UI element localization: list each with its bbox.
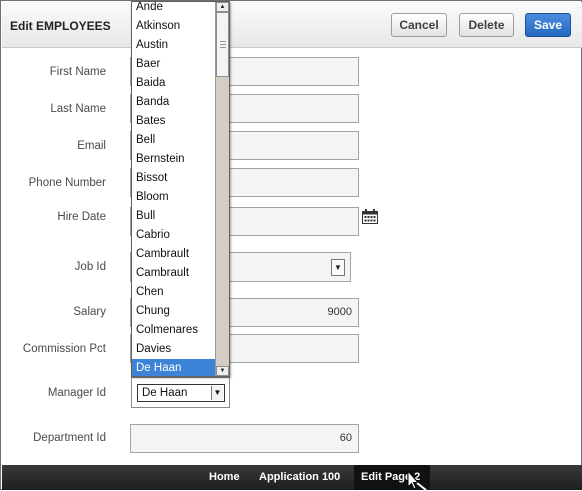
dropdown-option[interactable]: Bates bbox=[132, 112, 216, 131]
manager-id-select[interactable]: De Haan ▼ bbox=[131, 377, 230, 408]
hire-date-label: Hire Date bbox=[57, 211, 106, 223]
dropdown-option[interactable]: Banda bbox=[132, 93, 216, 112]
manager-id-label: Manager Id bbox=[47, 387, 106, 399]
manager-id-value: De Haan bbox=[142, 387, 188, 399]
dropdown-option[interactable]: Davies bbox=[132, 340, 216, 359]
scroll-up-icon[interactable]: ▲ bbox=[216, 2, 229, 12]
first-name-label: First Name bbox=[49, 66, 106, 78]
chevron-down-icon[interactable]: ▼ bbox=[211, 386, 223, 400]
breadcrumb-application[interactable]: Application 100 bbox=[259, 471, 340, 483]
dropdown-option[interactable]: Baida bbox=[132, 74, 216, 93]
region-header: Edit EMPLOYEES Cancel Delete Save bbox=[2, 2, 582, 48]
delete-button[interactable]: Delete bbox=[459, 13, 514, 37]
scroll-thumb[interactable] bbox=[216, 12, 229, 77]
dropdown-scrollbar[interactable]: ▲ ▼ bbox=[215, 2, 229, 376]
dropdown-option[interactable]: Chen bbox=[132, 283, 216, 302]
dropdown-option[interactable]: Ande bbox=[132, 2, 216, 17]
dropdown-option[interactable]: Cambrault bbox=[132, 245, 216, 264]
manager-dropdown-list[interactable]: Ande Atkinson Austin Baer Baida Banda Bates Bel… bbox=[131, 1, 230, 377]
job-id-label: Job Id bbox=[74, 261, 106, 273]
dropdown-option[interactable]: Bernstein bbox=[132, 150, 216, 169]
dropdown-option[interactable]: Bissot bbox=[132, 169, 216, 188]
department-id-field[interactable]: 60 bbox=[130, 424, 359, 453]
dropdown-option[interactable]: Cambrault bbox=[132, 264, 216, 283]
calendar-icon[interactable] bbox=[362, 209, 378, 224]
last-name-label: Last Name bbox=[50, 103, 106, 115]
breadcrumb: Home Application 100 Edit Page 2 bbox=[2, 465, 582, 490]
scroll-down-icon[interactable]: ▼ bbox=[216, 366, 229, 376]
cancel-button[interactable]: Cancel bbox=[391, 13, 447, 37]
dropdown-option[interactable]: Baer bbox=[132, 55, 216, 74]
dropdown-option[interactable]: Bull bbox=[132, 207, 216, 226]
grip-icon bbox=[220, 41, 226, 48]
chevron-down-icon[interactable]: ▼ bbox=[331, 259, 345, 276]
dropdown-option[interactable]: De Haan bbox=[132, 359, 216, 376]
dropdown-option[interactable]: Atkinson bbox=[132, 17, 216, 36]
breadcrumb-home[interactable]: Home bbox=[209, 471, 240, 483]
dropdown-option[interactable]: Cabrio bbox=[132, 226, 216, 245]
commission-pct-label: Commission Pct bbox=[22, 343, 106, 355]
cursor-icon bbox=[407, 469, 427, 491]
dropdown-option[interactable]: Austin bbox=[132, 36, 216, 55]
salary-label: Salary bbox=[73, 306, 106, 318]
manager-id-current[interactable]: De Haan ▼ bbox=[137, 384, 225, 402]
page-title: Edit EMPLOYEES bbox=[10, 19, 111, 33]
edit-employees-page: Edit EMPLOYEES Cancel Delete Save First … bbox=[0, 0, 582, 491]
department-id-label: Department Id bbox=[33, 432, 106, 444]
dropdown-option[interactable]: Colmenares bbox=[132, 321, 216, 340]
email-label: Email bbox=[77, 140, 106, 152]
phone-number-label: Phone Number bbox=[28, 177, 106, 189]
save-button[interactable]: Save bbox=[525, 13, 571, 37]
dropdown-option[interactable]: Bell bbox=[132, 131, 216, 150]
dropdown-option[interactable]: Bloom bbox=[132, 188, 216, 207]
dropdown-option[interactable]: Chung bbox=[132, 302, 216, 321]
